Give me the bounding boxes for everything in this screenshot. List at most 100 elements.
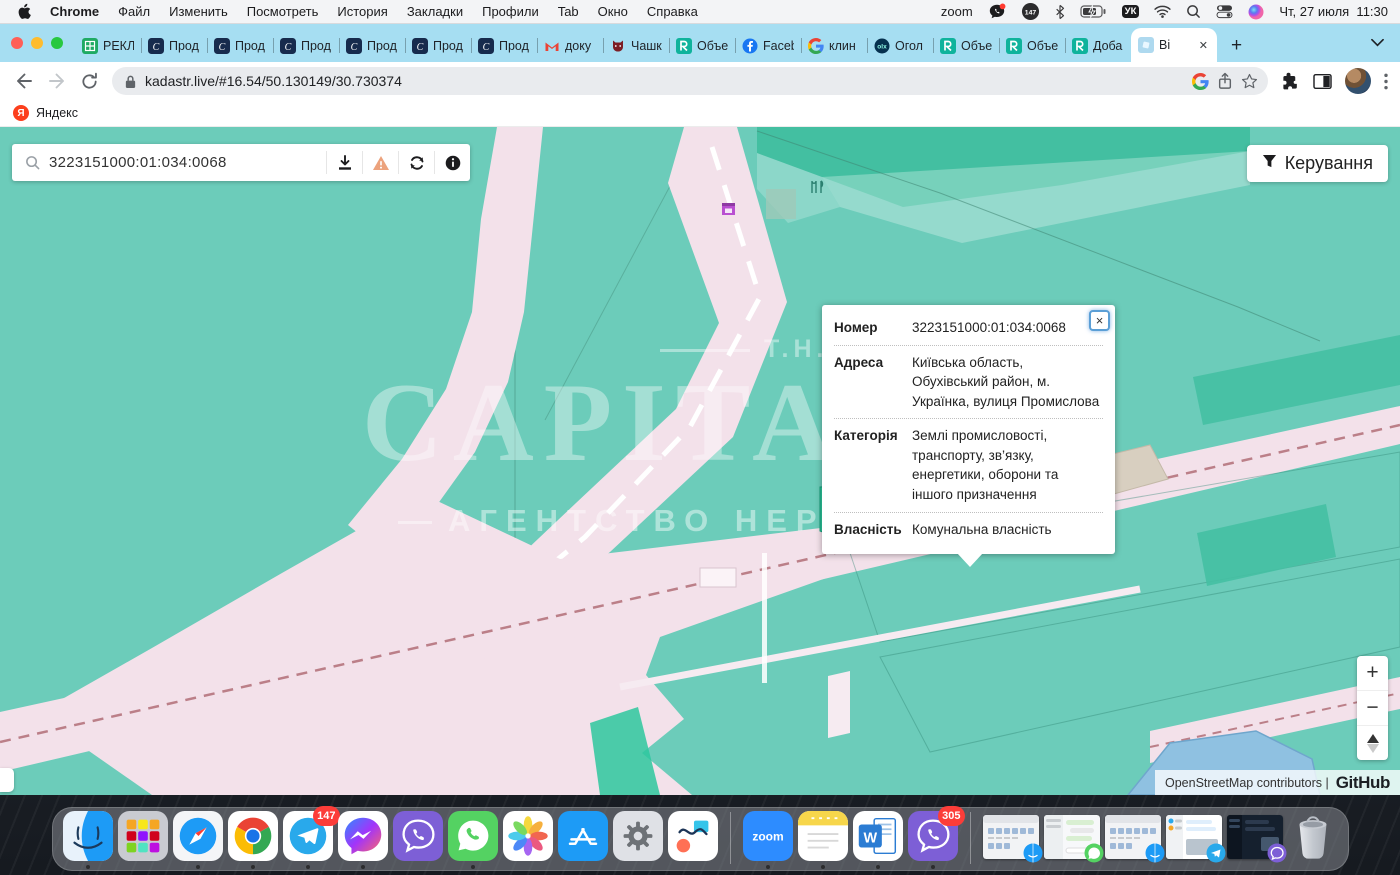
- svg-text:C: C: [219, 41, 226, 52]
- dock-app-appstore[interactable]: [558, 811, 608, 861]
- dock-minimized-whatsapp-window[interactable]: [1044, 815, 1100, 859]
- search-input[interactable]: 3223151000:01:034:0068: [49, 154, 326, 171]
- dock-app-word[interactable]: W: [853, 811, 903, 861]
- dock-app-launchpad[interactable]: [118, 811, 168, 861]
- warning-button[interactable]: [362, 151, 398, 174]
- url-text[interactable]: kadastr.live/#16.54/50.130149/30.730374: [145, 73, 1184, 89]
- keyboard-layout-indicator[interactable]: УК: [1122, 5, 1140, 19]
- browser-tab-клин[interactable]: клин: [801, 29, 867, 62]
- menu-item[interactable]: Изменить: [169, 4, 228, 19]
- new-tab-button[interactable]: +: [1217, 36, 1252, 62]
- dock-app-finder[interactable]: [63, 811, 113, 861]
- menu-item[interactable]: История: [337, 4, 387, 19]
- zoom-in-button[interactable]: +: [1357, 656, 1388, 690]
- compass-button[interactable]: [1357, 725, 1388, 760]
- active-app-menu[interactable]: Chrome: [50, 4, 99, 19]
- github-logo[interactable]: GitHub: [1336, 773, 1390, 793]
- c-dark-favicon: C: [346, 38, 362, 54]
- browser-tab-рекл[interactable]: РЕКЛ: [75, 29, 141, 62]
- browser-tab-ві[interactable]: Ві ✕: [1131, 28, 1217, 62]
- control-center-icon[interactable]: [1216, 3, 1233, 21]
- telegram-badge-status-icon[interactable]: 147: [1021, 3, 1040, 21]
- browser-tab-доба[interactable]: Доба: [1065, 29, 1131, 62]
- browser-tab-объе[interactable]: Объе: [933, 29, 999, 62]
- zoom-out-button[interactable]: −: [1357, 690, 1388, 725]
- tab-search-chevron-icon[interactable]: [1371, 34, 1400, 62]
- spotlight-icon[interactable]: [1186, 3, 1201, 21]
- parcel-search-box[interactable]: 3223151000:01:034:0068: [12, 144, 470, 181]
- bookmark-yandex[interactable]: Я Яндекс: [13, 105, 78, 121]
- dock-app-safari[interactable]: [173, 811, 223, 861]
- lock-icon[interactable]: [124, 74, 137, 89]
- dock-app-trash[interactable]: [1288, 811, 1338, 861]
- siri-icon[interactable]: [1248, 3, 1264, 21]
- menu-item[interactable]: Профили: [482, 4, 539, 19]
- manage-layers-button[interactable]: Керування: [1247, 145, 1388, 182]
- menu-bar-clock[interactable]: Чт, 27 июля 11:30: [1279, 4, 1388, 19]
- dock-app-chrome[interactable]: [228, 811, 278, 861]
- download-button[interactable]: [326, 151, 362, 174]
- reload-button[interactable]: [80, 72, 99, 91]
- address-bar[interactable]: kadastr.live/#16.54/50.130149/30.730374: [112, 67, 1268, 95]
- tab-close-icon[interactable]: ✕: [1197, 38, 1210, 53]
- browser-tab-доку[interactable]: доку: [537, 29, 603, 62]
- menu-item[interactable]: Файл: [118, 4, 150, 19]
- profile-avatar[interactable]: [1345, 68, 1371, 94]
- dock-minimized-finder-window[interactable]: [1105, 815, 1161, 859]
- back-button[interactable]: [14, 71, 34, 91]
- wifi-icon[interactable]: [1154, 3, 1171, 21]
- viber-status-icon[interactable]: [988, 3, 1006, 21]
- popup-close-button[interactable]: ×: [1089, 310, 1110, 331]
- chrome-tab-strip: РЕКЛ C Прод C Прод C Прод C Прод C Прод …: [0, 24, 1400, 62]
- forward-button[interactable]: [47, 71, 67, 91]
- browser-tab-faceb[interactable]: Faceb: [735, 29, 801, 62]
- dock-app-messenger[interactable]: [338, 811, 388, 861]
- browser-tab-прод[interactable]: C Прод: [405, 29, 471, 62]
- browser-tab-прод[interactable]: C Прод: [273, 29, 339, 62]
- browser-tab-прод[interactable]: C Прод: [471, 29, 537, 62]
- kebab-menu-icon[interactable]: [1384, 73, 1388, 90]
- zoom-status-item[interactable]: zoom: [941, 4, 973, 19]
- browser-tab-объе[interactable]: Объе: [999, 29, 1065, 62]
- dock-minimized-viber-window[interactable]: [1227, 815, 1283, 859]
- dock-app-photos[interactable]: [503, 811, 553, 861]
- browser-tab-огол[interactable]: olx Огол: [867, 29, 933, 62]
- fullscreen-window-button[interactable]: [51, 37, 63, 49]
- dock-app-telegram[interactable]: 147: [283, 811, 333, 861]
- close-window-button[interactable]: [11, 37, 23, 49]
- menu-item[interactable]: Справка: [647, 4, 698, 19]
- menu-item[interactable]: Tab: [558, 4, 579, 19]
- dock-app-viber[interactable]: 305: [908, 811, 958, 861]
- dock-app-whatsapp[interactable]: [448, 811, 498, 861]
- dock-app-notes[interactable]: [798, 811, 848, 861]
- popup-row: Номер 3223151000:01:034:0068: [834, 311, 1103, 345]
- refresh-button[interactable]: [398, 151, 434, 174]
- map-canvas[interactable]: T.H.E CAPITAL АГЕНТСТВО НЕРУХОМОСТІ 3223…: [0, 127, 1400, 795]
- attribution-text[interactable]: OpenStreetMap contributors |: [1165, 776, 1329, 790]
- bookmark-star-icon[interactable]: [1241, 73, 1258, 90]
- dock-app-freeform[interactable]: [668, 811, 718, 861]
- menu-item[interactable]: Закладки: [407, 4, 463, 19]
- bluetooth-icon[interactable]: [1055, 3, 1065, 21]
- apple-menu-icon[interactable]: [16, 3, 31, 21]
- share-icon[interactable]: [1217, 72, 1233, 90]
- menu-item[interactable]: Посмотреть: [247, 4, 319, 19]
- search-icon: [12, 155, 49, 170]
- dock-app-settings[interactable]: [613, 811, 663, 861]
- extensions-puzzle-icon[interactable]: [1281, 72, 1300, 91]
- dock-app-viber[interactable]: [393, 811, 443, 861]
- browser-tab-чашк[interactable]: Чашк: [603, 29, 669, 62]
- dock-minimized-finder-window[interactable]: [983, 815, 1039, 859]
- browser-tab-прод[interactable]: C Прод: [207, 29, 273, 62]
- browser-tab-прод[interactable]: C Прод: [141, 29, 207, 62]
- browser-tab-прод[interactable]: C Прод: [339, 29, 405, 62]
- menu-item[interactable]: Окно: [598, 4, 628, 19]
- sidebar-toggle-icon[interactable]: [1313, 73, 1332, 90]
- browser-tab-объе[interactable]: Объе: [669, 29, 735, 62]
- dock-app-zoom[interactable]: zoom: [743, 811, 793, 861]
- google-g-icon[interactable]: [1192, 73, 1209, 90]
- sheets-favicon: [82, 38, 98, 54]
- info-button[interactable]: [434, 151, 470, 174]
- minimize-window-button[interactable]: [31, 37, 43, 49]
- dock-minimized-telegram-window[interactable]: [1166, 815, 1222, 859]
